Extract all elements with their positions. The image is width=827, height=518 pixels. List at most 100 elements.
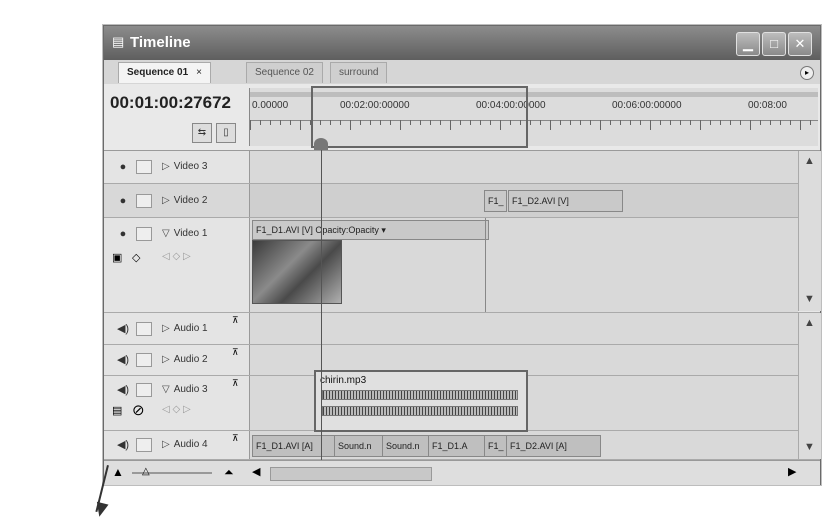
collapse-triangle-icon[interactable]: ▽ bbox=[162, 228, 170, 239]
speaker-icon[interactable]: ◀) bbox=[114, 323, 132, 335]
keyframe-icon[interactable]: ◇ bbox=[132, 251, 140, 264]
eye-icon[interactable]: ● bbox=[114, 228, 132, 240]
track-header: ◀) ▷ Audio 2 ⊼ bbox=[104, 345, 250, 375]
no-entry-icon[interactable]: ⊘ bbox=[132, 401, 145, 419]
ruler-tick bbox=[250, 120, 251, 130]
track-name[interactable]: ▽ Video 1 bbox=[162, 228, 207, 239]
ruler-tick bbox=[580, 120, 581, 125]
track-name[interactable]: ▽ Audio 3 bbox=[162, 384, 208, 395]
current-timecode[interactable]: 00:01:00:27672 bbox=[110, 93, 231, 113]
timeline-window: ▤ Timeline ▁ □ ✕ Sequence 01 × Sequence 0… bbox=[103, 25, 821, 485]
track-video-1: ● ▽ Video 1 ▣ ◇ ◁ ◇ ▷ F1_D1.AVI [V] Opaci… bbox=[104, 218, 820, 313]
expand-triangle-icon[interactable]: ▷ bbox=[162, 439, 170, 450]
minimize-button[interactable]: ▁ bbox=[736, 32, 760, 56]
ruler-tick bbox=[610, 120, 611, 125]
tab-label: Sequence 02 bbox=[255, 67, 314, 78]
audio-type-icon: ⊼ bbox=[232, 347, 239, 357]
track-lock-toggle[interactable] bbox=[136, 322, 152, 336]
track-area[interactable] bbox=[250, 151, 798, 183]
tab-surround[interactable]: surround bbox=[330, 62, 388, 83]
set-marker-button[interactable]: ▯ bbox=[216, 123, 236, 143]
ruler-tick bbox=[290, 120, 291, 125]
playhead-handle[interactable] bbox=[314, 138, 328, 150]
video-scrollbar[interactable]: ▲ ▼ bbox=[798, 151, 821, 311]
ruler-tick bbox=[260, 120, 261, 125]
scroll-up-icon[interactable]: ▲ bbox=[804, 317, 815, 329]
tab-label: surround bbox=[339, 67, 379, 78]
waveform-left bbox=[322, 390, 518, 400]
close-button[interactable]: ✕ bbox=[788, 32, 812, 56]
ruler-tick bbox=[270, 120, 271, 125]
clip[interactable]: Sound.n bbox=[334, 435, 383, 457]
ruler-tick bbox=[760, 120, 761, 125]
collapse-triangle-icon[interactable]: ▽ bbox=[162, 384, 170, 395]
close-tab-icon[interactable]: × bbox=[196, 67, 202, 78]
window-title: Timeline bbox=[130, 34, 191, 51]
clip[interactable]: F1_ bbox=[484, 190, 507, 212]
speaker-icon[interactable]: ◀) bbox=[114, 439, 132, 451]
scroll-left-icon[interactable]: ◀ bbox=[252, 465, 260, 478]
ruler-tick bbox=[710, 120, 711, 125]
scroll-up-icon[interactable]: ▲ bbox=[804, 155, 815, 167]
track-lock-toggle[interactable] bbox=[136, 227, 152, 241]
playhead-line[interactable] bbox=[321, 144, 322, 462]
expand-triangle-icon[interactable]: ▷ bbox=[162, 323, 170, 334]
ruler-tick bbox=[660, 120, 661, 125]
zoom-slider-handle[interactable]: △ bbox=[142, 466, 150, 477]
ruler-tick bbox=[800, 120, 801, 130]
clip[interactable]: F1_D1.AVI [A] bbox=[252, 435, 335, 457]
track-lock-toggle[interactable] bbox=[136, 160, 152, 174]
display-style-icon[interactable]: ▣ bbox=[112, 251, 122, 264]
sequence-tabs: Sequence 01 × Sequence 02 surround ▸ bbox=[104, 60, 820, 85]
zoom-out-icon[interactable]: ▲ bbox=[112, 465, 124, 479]
track-area[interactable]: F1_D1.AVI [A] Sound.n Sound.n F1_D1.A F1… bbox=[250, 431, 798, 459]
horizontal-scroll-thumb[interactable] bbox=[270, 467, 432, 481]
clip[interactable]: F1_D1.AVI [V] Opacity:Opacity ▾ bbox=[252, 220, 489, 240]
expand-triangle-icon[interactable]: ▷ bbox=[162, 195, 170, 206]
keyframe-nav-icon[interactable]: ◁ ◇ ▷ bbox=[162, 251, 191, 262]
scroll-right-icon[interactable]: ▶ bbox=[788, 465, 796, 478]
clip-thumbnail bbox=[252, 240, 342, 304]
ruler-tick bbox=[730, 120, 731, 125]
track-area[interactable]: F1_ F1_D2.AVI [V] bbox=[250, 184, 798, 217]
track-area[interactable]: F1_D1.AVI [V] Opacity:Opacity ▾ bbox=[250, 218, 798, 312]
display-style-icon[interactable]: ▤ bbox=[112, 404, 122, 417]
zoom-in-icon[interactable]: ⏶ bbox=[224, 465, 234, 480]
track-name[interactable]: ▷ Audio 4 bbox=[162, 439, 208, 450]
panel-menu-icon[interactable]: ▸ bbox=[800, 66, 814, 80]
track-lock-toggle[interactable] bbox=[136, 353, 152, 367]
expand-triangle-icon[interactable]: ▷ bbox=[162, 354, 170, 365]
title-bar[interactable]: ▤ Timeline ▁ □ ✕ bbox=[104, 26, 820, 60]
clip[interactable]: Sound.n bbox=[382, 435, 429, 457]
ruler-tick bbox=[690, 120, 691, 125]
speaker-icon[interactable]: ◀) bbox=[114, 384, 132, 396]
tab-sequence-02[interactable]: Sequence 02 bbox=[246, 62, 323, 83]
eye-icon[interactable]: ● bbox=[114, 161, 132, 173]
clip[interactable]: F1_D2.AVI [V] bbox=[508, 190, 623, 212]
snap-button[interactable]: ⇆ bbox=[192, 123, 212, 143]
track-area[interactable] bbox=[250, 313, 798, 344]
tab-sequence-01[interactable]: Sequence 01 × bbox=[118, 62, 211, 83]
track-lock-toggle[interactable] bbox=[136, 383, 152, 397]
keyframe-nav-icon[interactable]: ◁ ◇ ▷ bbox=[162, 404, 191, 415]
audio-scrollbar[interactable]: ▲ ▼ bbox=[798, 313, 821, 459]
maximize-button[interactable]: □ bbox=[762, 32, 786, 56]
waveform-right bbox=[322, 406, 518, 416]
track-name[interactable]: ▷ Video 3 bbox=[162, 161, 207, 172]
eye-icon[interactable]: ● bbox=[114, 195, 132, 207]
clip[interactable]: F1_D1.A bbox=[428, 435, 485, 457]
scroll-down-icon[interactable]: ▼ bbox=[804, 441, 815, 453]
clip[interactable]: F1_ bbox=[484, 435, 507, 457]
track-lock-toggle[interactable] bbox=[136, 194, 152, 208]
speaker-icon[interactable]: ◀) bbox=[114, 354, 132, 366]
track-header: ● ▽ Video 1 ▣ ◇ ◁ ◇ ▷ bbox=[104, 218, 250, 312]
track-name[interactable]: ▷ Audio 1 bbox=[162, 323, 208, 334]
clip[interactable]: F1_D2.AVI [A] bbox=[506, 435, 601, 457]
scroll-down-icon[interactable]: ▼ bbox=[804, 293, 815, 305]
track-lock-toggle[interactable] bbox=[136, 438, 152, 452]
track-name[interactable]: ▷ Video 2 bbox=[162, 195, 207, 206]
expand-triangle-icon[interactable]: ▷ bbox=[162, 161, 170, 172]
track-name[interactable]: ▷ Audio 2 bbox=[162, 354, 208, 365]
track-header: ◀) ▷ Audio 4 ⊼ bbox=[104, 431, 250, 459]
audio-clip-highlight[interactable]: chirin.mp3 bbox=[314, 370, 528, 432]
